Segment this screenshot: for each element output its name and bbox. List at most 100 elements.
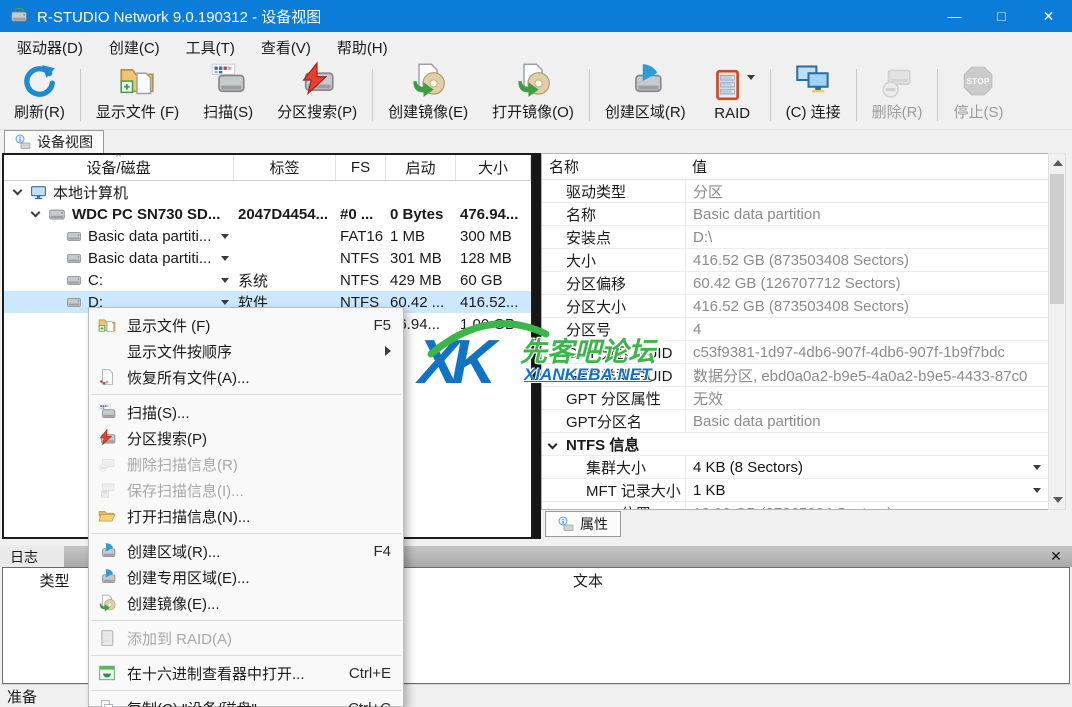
property-row-mount-point: 安装点D:\: [542, 226, 1048, 249]
toolbar-separator: [770, 69, 771, 121]
menu-item-create-region[interactable]: 创建区域(R)... F4: [89, 538, 403, 564]
property-row-cluster-size[interactable]: 集群大小4 KB (8 Sectors): [542, 456, 1048, 479]
menu-item-open-in-hex-viewer[interactable]: 在十六进制查看器中打开... Ctrl+E: [89, 660, 403, 686]
dropdown-arrow[interactable]: [221, 256, 229, 261]
menu-create[interactable]: 创建(C): [96, 33, 173, 62]
menu-item-show-files-ordered[interactable]: 显示文件按顺序: [89, 338, 403, 364]
refresh-button[interactable]: 刷新(R): [2, 64, 77, 126]
column-header-fs[interactable]: FS: [336, 155, 386, 180]
tree-row-partition-2[interactable]: Basic data partiti... NTFS 301 MB 128 MB: [4, 247, 531, 269]
dropdown-arrow[interactable]: [1033, 465, 1041, 470]
tree-row-disk-wdc[interactable]: WDC PC SN730 SD... 2047D4454... #0 ... 0…: [4, 203, 531, 225]
create-region-button[interactable]: 创建区域(R): [593, 64, 698, 126]
create-image-button[interactable]: 创建镜像(E): [376, 64, 480, 126]
raid-button[interactable]: RAID: [698, 64, 767, 126]
tree-row-partition-1[interactable]: Basic data partiti... FAT16 1 MB 300 MB: [4, 225, 531, 247]
panel-splitter[interactable]: [533, 153, 541, 539]
menu-view[interactable]: 查看(V): [248, 33, 324, 62]
toolbar-separator: [937, 69, 938, 121]
expander-icon[interactable]: [13, 185, 23, 195]
scroll-up-arrow[interactable]: [1053, 160, 1063, 166]
menu-tools[interactable]: 工具(T): [173, 33, 248, 62]
property-section-ntfs-info[interactable]: NTFS 信息: [542, 433, 1048, 456]
log-title: 日志: [0, 546, 64, 567]
scrollbar-thumb[interactable]: [1050, 174, 1064, 304]
menu-help[interactable]: 帮助(H): [324, 33, 401, 62]
column-header-device[interactable]: ^ 设备/磁盘: [4, 155, 234, 180]
tab-properties[interactable]: 属性: [545, 511, 621, 537]
menu-item-copy[interactable]: 复制(C) "设备/磁盘" Ctrl+C: [89, 695, 403, 707]
menu-separator: [91, 690, 401, 691]
menu-item-create-exclusive-region[interactable]: 创建专用区域(E)...: [89, 564, 403, 590]
maximize-button[interactable]: □: [978, 0, 1025, 32]
menu-separator: [91, 620, 401, 621]
connect-button[interactable]: (C) 连接: [774, 64, 853, 126]
column-header-size[interactable]: 大小: [456, 155, 531, 180]
property-row-name: 名称Basic data partition: [542, 203, 1048, 226]
computer-icon: [30, 184, 47, 201]
property-row-gpt-attributes: GPT 分区属性无效: [542, 387, 1048, 410]
scan-button[interactable]: 扫描(S): [191, 64, 265, 126]
toolbar-separator: [589, 69, 590, 121]
open-scan-info-icon: [98, 507, 116, 525]
property-row-mft-record-size[interactable]: MFT 记录大小1 KB: [542, 479, 1048, 502]
title-bar: R-STUDIO Network 9.0.190312 - 设备视图 — □ ✕: [0, 0, 1072, 32]
menu-item-save-scan-info: 保存扫描信息(I)...: [89, 477, 403, 503]
add-to-raid-icon: [98, 629, 116, 647]
toolbar-separator: [856, 69, 857, 121]
partition-search-icon: [98, 429, 116, 447]
save-scan-info-icon: [98, 481, 116, 499]
property-row-mft-position: MFT 位置13.00 GB (27265024 Sectors): [542, 502, 1048, 510]
create-region-icon: [98, 542, 116, 560]
menu-separator: [91, 533, 401, 534]
dropdown-arrow[interactable]: [221, 278, 229, 283]
sort-indicator: ^: [116, 153, 121, 163]
menu-item-recover-all-files[interactable]: 恢复所有文件(A)...: [89, 364, 403, 390]
property-row-partition-offset: 分区偏移60.42 GB (126707712 Sectors): [542, 272, 1048, 295]
partition-search-button[interactable]: 分区搜索(P): [265, 64, 369, 126]
scan-icon: [210, 62, 246, 98]
dropdown-arrow[interactable]: [221, 234, 229, 239]
scroll-down-arrow[interactable]: [1053, 497, 1063, 503]
properties-icon: [558, 516, 574, 532]
tab-device-view[interactable]: 设备视图: [4, 130, 104, 153]
raid-icon: [710, 68, 744, 102]
create-image-icon: [98, 594, 116, 612]
menu-item-scan[interactable]: 扫描(S)...: [89, 399, 403, 425]
partition-icon: [66, 272, 82, 288]
copy-icon: [98, 699, 116, 707]
stop-icon: [961, 64, 995, 98]
properties-scrollbar[interactable]: [1048, 153, 1066, 510]
log-close-icon[interactable]: ✕: [1046, 546, 1066, 567]
minimize-button[interactable]: —: [931, 0, 978, 32]
tree-row-local-computer[interactable]: 本地计算机: [4, 181, 531, 203]
property-row-partition-number: 分区号4: [542, 318, 1048, 341]
partition-icon: [66, 294, 82, 310]
property-row-drive-type: 驱动类型分区: [542, 180, 1048, 203]
dropdown-arrow[interactable]: [1033, 488, 1041, 493]
menu-drives[interactable]: 驱动器(D): [4, 33, 96, 62]
menu-item-open-scan-info[interactable]: 打开扫描信息(N)...: [89, 503, 403, 529]
menu-item-create-image[interactable]: 创建镜像(E)...: [89, 590, 403, 616]
tree-row-drive-c[interactable]: C: 系统 NTFS 429 MB 60 GB: [4, 269, 531, 291]
column-header-label[interactable]: 标签: [234, 155, 336, 180]
open-image-icon: [515, 62, 551, 98]
close-button[interactable]: ✕: [1025, 0, 1072, 32]
column-header-start[interactable]: 启动: [386, 155, 456, 180]
show-files-icon: [119, 62, 155, 98]
open-image-button[interactable]: 打开镜像(O): [480, 64, 586, 126]
refresh-icon: [22, 64, 56, 98]
toolbar-separator: [80, 69, 81, 121]
menu-bar: 驱动器(D) 创建(C) 工具(T) 查看(V) 帮助(H): [0, 32, 1072, 62]
partition-icon: [66, 228, 82, 244]
menu-item-partition-search[interactable]: 分区搜索(P): [89, 425, 403, 451]
expander-icon[interactable]: [31, 207, 41, 217]
delete-button: 删除(R): [860, 64, 935, 126]
property-row-gpt-partition-guid: GPT 分区 GUIDc53f9381-1d97-4db6-907f-4db6-…: [542, 341, 1048, 364]
stop-button: 停止(S): [941, 64, 1015, 126]
show-files-button[interactable]: 显示文件 (F): [84, 64, 191, 126]
raid-dropdown-arrow[interactable]: [747, 75, 755, 80]
device-view-icon: [15, 134, 31, 150]
menu-item-show-files[interactable]: 显示文件 (F) F5: [89, 312, 403, 338]
dropdown-arrow[interactable]: [221, 300, 229, 305]
